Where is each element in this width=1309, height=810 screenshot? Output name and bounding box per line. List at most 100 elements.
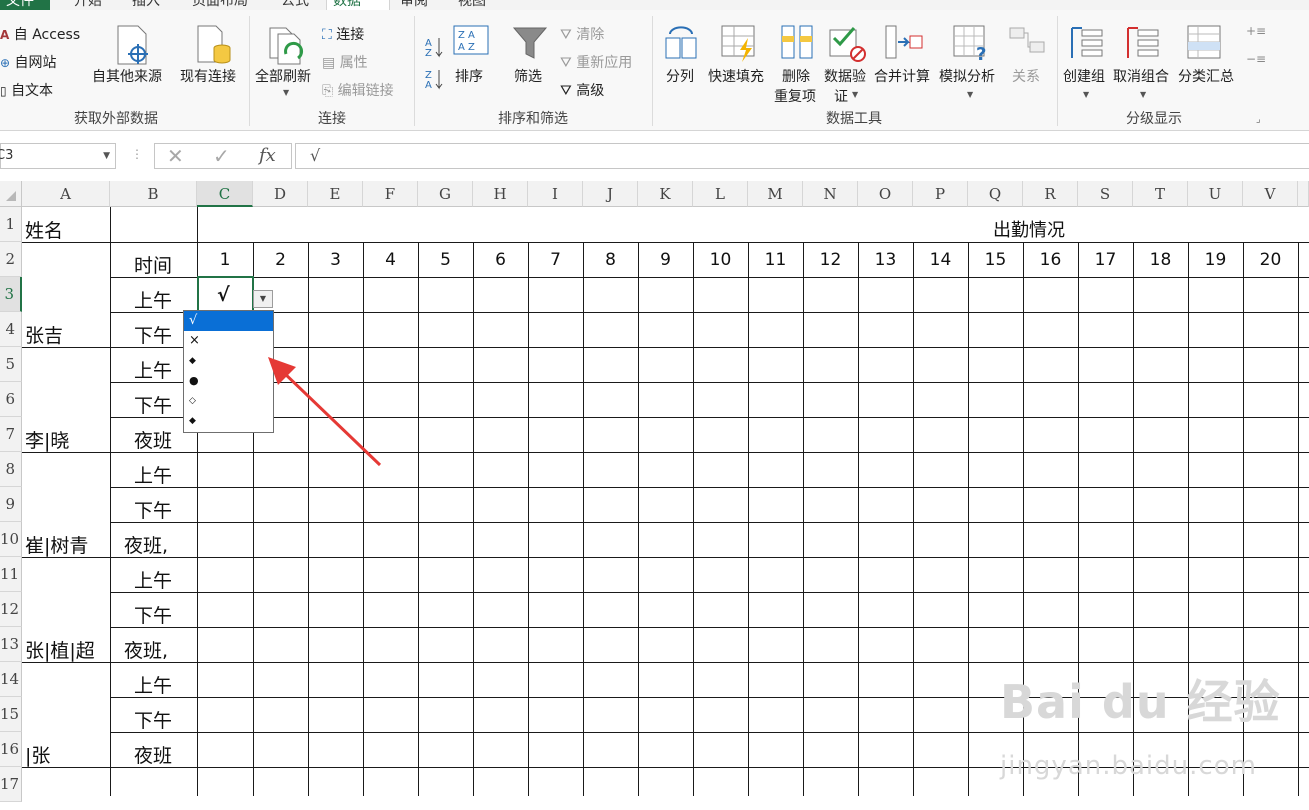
column-header-d[interactable]: D [253,181,308,207]
advanced-filter-button[interactable]: ⛛ 高级 [560,80,604,100]
day-number-cell[interactable]: 20 [1243,250,1298,270]
row-header-12[interactable]: 12 [0,592,22,627]
row-header-8[interactable]: 8 [0,452,22,487]
day-number-cell[interactable]: 19 [1188,250,1243,270]
show-detail-icon[interactable]: +≡ [1246,24,1266,38]
shift-cell[interactable]: 上午 [134,671,172,698]
column-header-i[interactable]: I [528,181,583,207]
insert-function-icon[interactable]: fx [259,144,276,168]
name-cell[interactable]: 张|植|超 [25,636,95,663]
what-if-analysis-button[interactable]: 模拟分析 [939,66,995,86]
row-header-17[interactable]: 17 [0,767,22,802]
shift-cell[interactable]: 下午 [134,706,172,733]
dropdown-option[interactable]: √ [184,311,273,331]
column-header-a[interactable]: A [22,181,110,207]
column-header-m[interactable]: M [748,181,803,207]
shift-cell[interactable]: 上午 [134,356,172,383]
column-header-k[interactable]: K [638,181,693,207]
column-header-g[interactable]: G [418,181,473,207]
tab-view[interactable]: 视图 [452,0,492,10]
refresh-all-button[interactable]: 全部刷新 [255,66,311,86]
row-header-15[interactable]: 15 [0,697,22,732]
shift-cell[interactable]: 下午 [134,601,172,628]
day-number-cell[interactable]: 16 [1023,250,1078,270]
column-header-q[interactable]: Q [968,181,1023,207]
column-header-r[interactable]: R [1023,181,1078,207]
subtotal-button[interactable]: 分类汇总 [1178,66,1234,86]
column-header-t[interactable]: T [1133,181,1188,207]
tab-file[interactable]: 文件 [0,0,50,10]
day-number-cell[interactable]: 17 [1078,250,1133,270]
ungroup-button[interactable]: 取消组合 [1113,66,1169,86]
shift-cell[interactable]: 夜班, [124,531,168,558]
sort-button[interactable]: 排序 [455,66,483,86]
shift-cell[interactable]: 下午 [134,391,172,418]
shift-cell[interactable]: 夜班, [124,636,168,663]
row-header-6[interactable]: 6 [0,382,22,417]
day-number-cell[interactable]: 12 [803,250,858,270]
clear-filter-button[interactable]: ⛛ 清除 [560,24,604,44]
column-header-u[interactable]: U [1188,181,1243,207]
day-number-cell[interactable]: 13 [858,250,913,270]
column-header-v[interactable]: V [1243,181,1298,207]
column-header-o[interactable]: O [858,181,913,207]
column-header-c[interactable]: C [197,181,253,207]
tab-formulas[interactable]: 公式 [275,0,315,10]
name-cell[interactable]: |张 [25,741,50,768]
validation-dropdown-button[interactable]: ▼ [253,290,273,308]
day-number-cell[interactable]: 2 [253,250,308,270]
shift-cell[interactable]: 下午 [134,321,172,348]
column-header-s[interactable]: S [1078,181,1133,207]
filter-button[interactable]: 筛选 [514,66,542,86]
data-validation-button[interactable]: 数据验 [824,66,866,86]
select-all-corner[interactable] [0,181,22,207]
hide-detail-icon[interactable]: −≡ [1246,52,1266,66]
day-number-cell[interactable]: 1 [197,250,253,270]
flash-fill-button[interactable]: 快速填充 [708,66,764,86]
column-header-h[interactable]: H [473,181,528,207]
day-number-cell[interactable]: 10 [693,250,748,270]
column-header-f[interactable]: F [363,181,418,207]
relationships-button[interactable]: 关系 [1012,66,1040,86]
tab-home[interactable]: 开始 [68,0,108,10]
column-header-j[interactable]: J [583,181,638,207]
cell-b2[interactable]: 时间 [134,251,172,278]
tab-page-layout[interactable]: 页面布局 [186,0,254,10]
day-number-cell[interactable]: 7 [528,250,583,270]
from-access-button[interactable]: A 自 Access [0,24,80,44]
properties-button[interactable]: ▤ 属性 [322,52,368,72]
consolidate-button[interactable]: 合并计算 [874,66,930,86]
column-header-l[interactable]: L [693,181,748,207]
tab-insert[interactable]: 插入 [126,0,166,10]
existing-connections-button[interactable]: 现有连接 [180,66,236,86]
column-header-e[interactable]: E [308,181,363,207]
enter-check-icon[interactable]: ✓ [213,144,230,168]
name-cell[interactable]: 崔|树青 [25,531,88,558]
row-header-14[interactable]: 14 [0,662,22,697]
from-text-button[interactable]: ▯ 自文本 [0,80,53,100]
row-header-10[interactable]: 10 [0,522,22,557]
group-button[interactable]: 创建组 [1063,66,1105,86]
connections-button[interactable]: ⛶ 连接 [322,24,364,44]
row-header-4[interactable]: 4 [0,312,22,347]
from-web-button[interactable]: ⊕ 自网站 [0,52,57,72]
resize-handle-icon[interactable]: ⋮ [131,147,143,161]
shift-cell[interactable]: 下午 [134,496,172,523]
row-header-2[interactable]: 2 [0,242,22,277]
shift-cell[interactable]: 夜班 [134,426,172,453]
from-other-sources-button[interactable]: 自其他来源 [92,66,162,86]
cancel-icon[interactable]: ✕ [167,144,184,168]
day-number-cell[interactable]: 5 [418,250,473,270]
tab-review[interactable]: 审阅 [394,0,434,10]
row-header-13[interactable]: 13 [0,627,22,662]
day-number-cell[interactable]: 18 [1133,250,1188,270]
reapply-button[interactable]: ⛛ 重新应用 [560,52,632,72]
column-header-p[interactable]: P [913,181,968,207]
day-number-cell[interactable]: 8 [583,250,638,270]
name-cell[interactable]: 李|晓 [25,426,69,453]
remove-duplicates-button[interactable]: 删除 [782,66,810,86]
formula-input[interactable]: √ [295,143,1309,169]
cell-attendance-title[interactable]: 出勤情况 [993,216,1065,242]
tab-data[interactable]: 数据 [326,0,390,10]
text-to-columns-button[interactable]: 分列 [666,66,694,86]
